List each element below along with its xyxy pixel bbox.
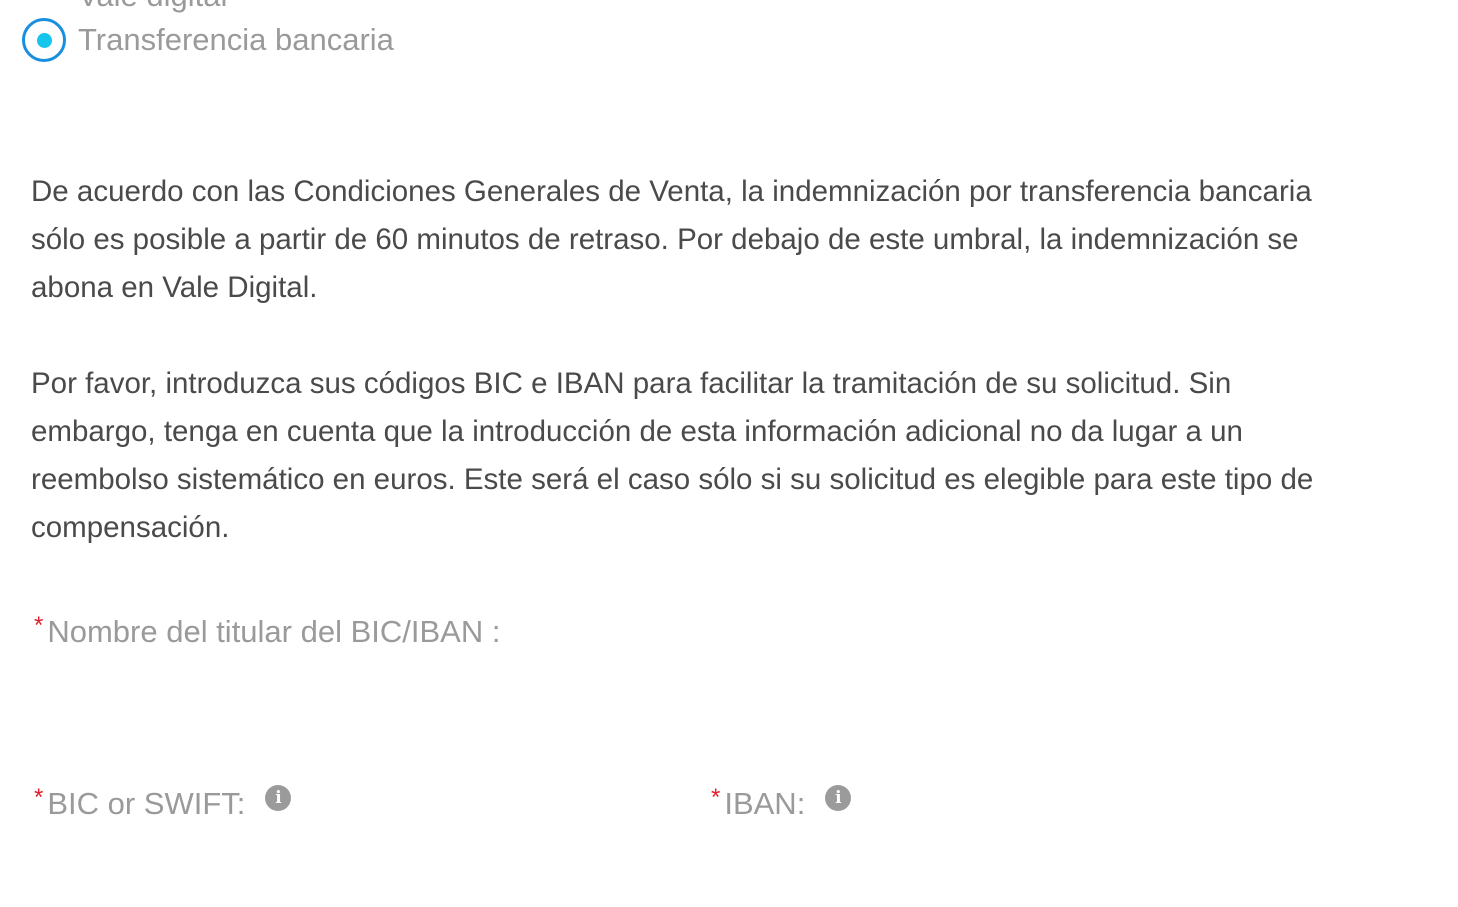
bic-iban-instructions-paragraph: Por favor, introduzca sus códigos BIC e … xyxy=(31,367,1314,544)
radio-label-bank-transfer: Transferencia bancaria xyxy=(78,22,394,57)
bic-label: * BIC or SWIFT: i xyxy=(34,784,292,822)
radio-label-digital-voucher: Vale digital xyxy=(78,0,227,18)
holder-name-label-text: Nombre del titular del BIC/IBAN : xyxy=(47,614,501,649)
bank-transfer-form: Vale digital Transferencia bancaria De a… xyxy=(0,0,1458,907)
conditions-paragraph: De acuerdo con las Condiciones Generales… xyxy=(31,175,1312,304)
radio-selected-dot xyxy=(36,32,52,48)
radio-button-selected[interactable] xyxy=(22,18,66,62)
info-icon[interactable]: i xyxy=(265,785,292,811)
info-icon[interactable]: i xyxy=(825,785,852,811)
required-marker: * xyxy=(34,612,44,639)
required-marker: * xyxy=(34,784,44,811)
radio-option-bank-transfer[interactable]: Transferencia bancaria xyxy=(22,18,394,62)
required-marker: * xyxy=(711,784,721,811)
holder-name-label: * Nombre del titular del BIC/IBAN : xyxy=(34,612,501,650)
iban-label-text: IBAN: xyxy=(724,786,806,821)
radio-option-digital-voucher[interactable]: Vale digital xyxy=(22,0,227,18)
iban-label: * IBAN: i xyxy=(711,784,852,822)
bic-label-text: BIC or SWIFT: xyxy=(47,786,246,821)
